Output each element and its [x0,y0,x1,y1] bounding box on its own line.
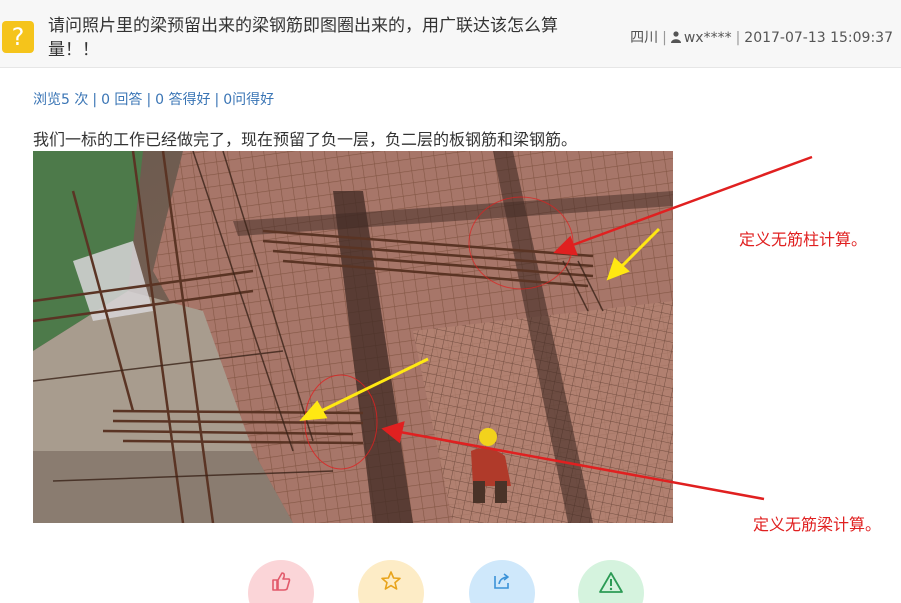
share-icon [494,573,509,589]
report-button[interactable] [578,560,644,603]
share-button[interactable] [469,560,535,603]
annotation-beam-note: 定义无筋梁计算。 [753,515,882,534]
like-button[interactable] [248,560,314,603]
annotation-column-note: 定义无筋柱计算。 [739,230,868,249]
favorite-button[interactable] [358,560,424,603]
like-icon [272,572,291,591]
question-page: ? 请问照片里的梁预留出来的梁钢筋即图圈出来的，用广联达该怎么算量！！ 四川 | w… [0,0,901,603]
warning-icon [599,572,623,593]
action-bar [0,560,901,603]
star-icon [381,571,401,590]
